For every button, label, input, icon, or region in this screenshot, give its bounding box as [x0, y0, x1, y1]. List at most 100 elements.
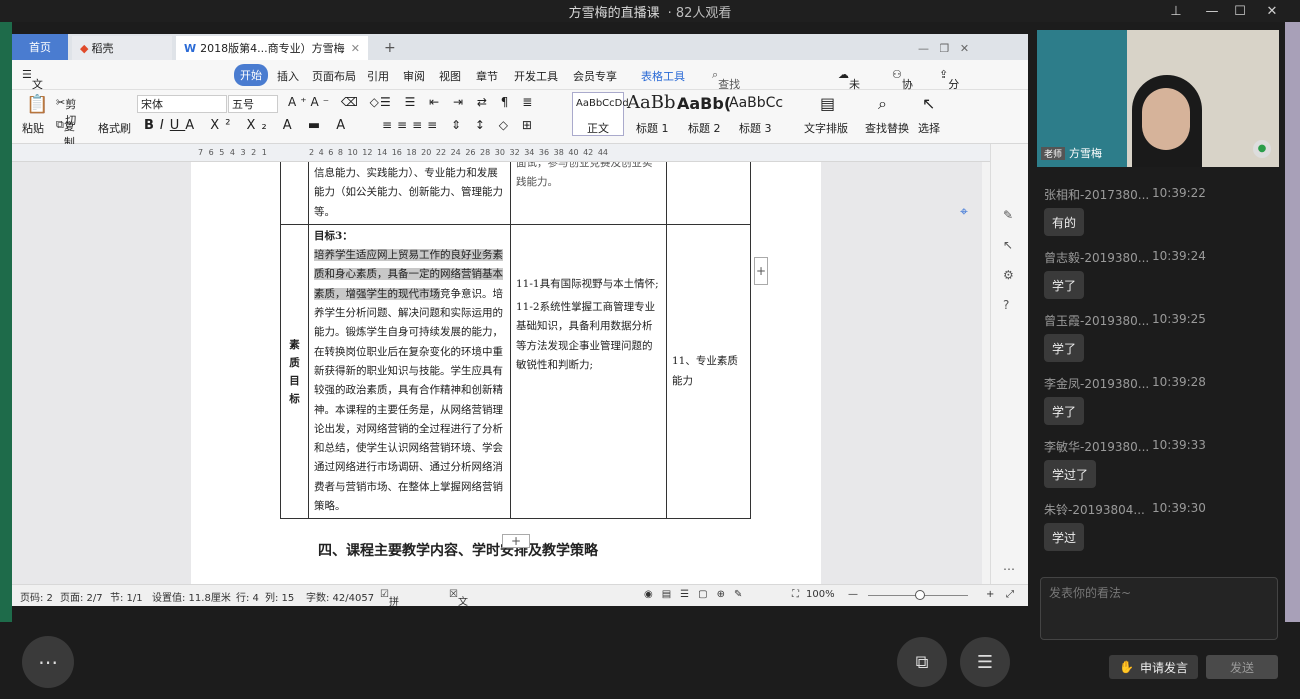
window-controls[interactable]: — ❐ ✕	[910, 36, 969, 60]
new-tab-icon[interactable]: +	[376, 36, 396, 60]
spell-check-button[interactable]: ☑ 拼写检查	[380, 589, 399, 606]
close-tab-icon[interactable]: ✕	[351, 42, 360, 55]
tab-home[interactable]: 首页	[12, 34, 68, 60]
table-cell[interactable]: 面试，参与创业竞赛及创业实践能力。	[510, 162, 667, 225]
fullscreen-icon[interactable]: ⤢	[1006, 589, 1014, 600]
tab-document[interactable]: W 2018版第4...商专业）方雪梅 ✕	[176, 36, 368, 60]
teacher-camera: 老师 方雪梅 ●	[1037, 30, 1279, 167]
playlist-icon[interactable]: ☰	[960, 637, 1010, 687]
chat-message: 学了	[1044, 334, 1085, 362]
table-cell-outcome[interactable]: 11、专业素质能力	[666, 223, 751, 520]
tab-daoke[interactable]: ◆ 稻壳	[72, 36, 172, 60]
text-layout-button[interactable]: 文字排版	[804, 120, 848, 136]
format-painter-button[interactable]: 格式刷	[98, 120, 131, 136]
chat-time: 10:39:28	[1152, 375, 1206, 389]
horizontal-ruler[interactable]: 7 6 5 4 3 2 1 2 4 6 8 10 12 14 16 18 20 …	[12, 144, 1028, 162]
more-icon[interactable]: ⋯	[1003, 562, 1015, 576]
zoom-in-button[interactable]: +	[986, 589, 994, 600]
search-command[interactable]: ⌕ 查找命令、搜索模板	[712, 68, 740, 155]
document-workarea: 信息能力、实践能力）、专业能力和发展能力（如公关能力、创新能力、管理能力等。 面…	[12, 162, 982, 584]
document-page: 信息能力、实践能力）、专业能力和发展能力（如公关能力、创新能力、管理能力等。 面…	[191, 162, 821, 584]
menu-member[interactable]: 会员专享	[573, 68, 617, 84]
cut-button[interactable]: ✂ 剪切	[56, 96, 76, 127]
add-column-button[interactable]: +	[754, 257, 768, 285]
maximize-icon[interactable]: ☐	[1226, 0, 1254, 22]
chat-time: 10:39:25	[1152, 312, 1206, 326]
zoom-slider-handle[interactable]	[915, 590, 925, 600]
ribbon-toolbar: 📋 粘贴 ✂ 剪切 ⧉ 复制 格式刷 宋体 五号 BIUA X² X₂ A ▬ …	[12, 90, 1028, 149]
close-icon[interactable]: ✕	[1258, 0, 1286, 22]
table-cell-requirement[interactable]: 11-1具有国际视野与本土情怀; 11-2系统性掌握工商管理专业基础知识，具备利用…	[510, 223, 667, 520]
menu-layout[interactable]: 页面布局	[312, 68, 356, 84]
text-layout-icon: ▤	[820, 94, 836, 113]
chat-message: 有的	[1044, 208, 1085, 236]
menu-file[interactable]: ☰ 文件	[22, 68, 43, 107]
menu-reference[interactable]: 引用	[367, 68, 389, 84]
screen-switch-icon[interactable]: ⧉	[897, 637, 947, 687]
background-desktop-strip	[0, 22, 12, 622]
find-replace-button[interactable]: 查找替换	[865, 120, 909, 136]
paragraph-buttons[interactable]: ☰ ☰ ⇤ ⇥ ⇄ ¶ ≣	[380, 95, 537, 109]
menu-review[interactable]: 审阅	[403, 68, 425, 84]
more-options-icon[interactable]: ⋯	[22, 636, 74, 688]
chat-sender: 曾玉霞-2019380...	[1044, 314, 1150, 328]
raise-hand-button[interactable]: ✋ 申请发言	[1109, 655, 1198, 679]
settings-icon[interactable]: ⚙	[1003, 268, 1014, 282]
section-heading: 四、课程主要教学内容、学时安排及教学策略	[318, 543, 598, 559]
minimize-icon[interactable]: —	[1198, 0, 1226, 22]
mic-icon: ●	[1253, 140, 1271, 158]
search-icon: ⌕	[878, 94, 887, 113]
send-button[interactable]: 发送	[1206, 655, 1278, 679]
style-h1[interactable]: AaBb	[627, 92, 675, 113]
table-row-label: 素质目标	[280, 223, 309, 520]
doc-icon: W	[184, 41, 197, 55]
teacher-role-badge: 老师	[1041, 146, 1066, 160]
add-row-button[interactable]: +	[502, 534, 530, 548]
collab-button[interactable]: ⚇ 协作	[892, 68, 913, 107]
menu-home[interactable]: 开始	[234, 64, 268, 86]
style-h3[interactable]: AaBbCc	[729, 95, 783, 111]
paste-button[interactable]: 粘贴	[22, 120, 44, 136]
font-style-buttons[interactable]: BIUA X² X₂ A ▬ A	[144, 118, 351, 133]
view-mode-icons[interactable]: ◉▤☰▢⊕✎	[644, 589, 751, 600]
background-desktop-strip-right	[1285, 22, 1300, 622]
font-select[interactable]: 宋体	[137, 95, 227, 113]
size-select[interactable]: 五号	[228, 95, 278, 113]
right-tool-sidebar: ✎ ↖ ⚙ ? ⋯	[990, 144, 1028, 584]
zoom-out-button[interactable]: —	[848, 589, 858, 600]
pin-icon[interactable]: ⊥	[1162, 0, 1190, 22]
chat-time: 10:39:33	[1152, 438, 1206, 452]
chat-input[interactable]: 发表你的看法~	[1040, 577, 1278, 640]
status-bar: 页码: 2 页面: 2/7 节: 1/1 设置值: 11.8厘米 行: 4 列:…	[12, 584, 1028, 606]
menu-view[interactable]: 视图	[439, 68, 461, 84]
sync-status[interactable]: ☁ 未同步	[838, 68, 860, 123]
paste-icon[interactable]: 📋	[26, 94, 48, 115]
menu-chapter[interactable]: 章节	[476, 68, 498, 84]
table-cell[interactable]: 信息能力、实践能力）、专业能力和发展能力（如公关能力、创新能力、管理能力等。	[308, 162, 511, 225]
chat-sender: 李敏华-2019380...	[1044, 440, 1150, 454]
edit-icon[interactable]: ✎	[1003, 208, 1013, 222]
fit-icon[interactable]: ⛶	[792, 589, 799, 600]
select-button[interactable]: 选择	[918, 120, 940, 136]
menu-insert[interactable]: 插入	[277, 68, 299, 84]
menu-table-tools[interactable]: 表格工具	[641, 68, 685, 84]
chat-sender: 李金凤-2019380...	[1044, 377, 1150, 391]
align-buttons[interactable]: ≡≡≡≡ ⇕ ↕ ◇ ⊞	[382, 118, 537, 132]
chat-message: 学了	[1044, 271, 1085, 299]
tab-bar: 首页 ◆ 稻壳 W 2018版第4...商专业）方雪梅 ✕ + — ❐ ✕	[12, 34, 1028, 60]
menu-devtools[interactable]: 开发工具	[514, 68, 558, 84]
location-icon[interactable]: ⌖	[960, 204, 968, 220]
style-h2[interactable]: AaBb(	[677, 94, 731, 113]
font-size-buttons[interactable]: A⁺A⁻ ⌫ ◇	[288, 95, 383, 109]
live-title-bar: 方雪梅的直播课 · 82人观看	[0, 0, 1300, 22]
copy-button[interactable]: ⧉ 复制	[56, 118, 75, 149]
menu-bar: ☰ 文件 开始 插入 页面布局 引用 审阅 视图 章节 开发工具 会员专享 表格…	[12, 60, 1028, 155]
pointer-icon[interactable]: ↖	[1003, 238, 1013, 252]
table-cell-goal[interactable]: 目标3： 培养学生适应网上贸易工作的良好业务素质和身心素质，具备一定的网络营销基本…	[308, 223, 511, 520]
proofread-button[interactable]: ☒ 文档校对	[449, 589, 468, 606]
share-button[interactable]: ⇪ 分享	[939, 68, 959, 107]
shared-document-window: 首页 ◆稻壳 W2018版第4...商专业）方雪梅✕ + — ❐ ✕ ☰ 文件 …	[12, 34, 1028, 606]
chat-message: 学了	[1044, 397, 1085, 425]
chat-time: 10:39:30	[1152, 501, 1206, 515]
help-icon[interactable]: ?	[1003, 298, 1009, 312]
